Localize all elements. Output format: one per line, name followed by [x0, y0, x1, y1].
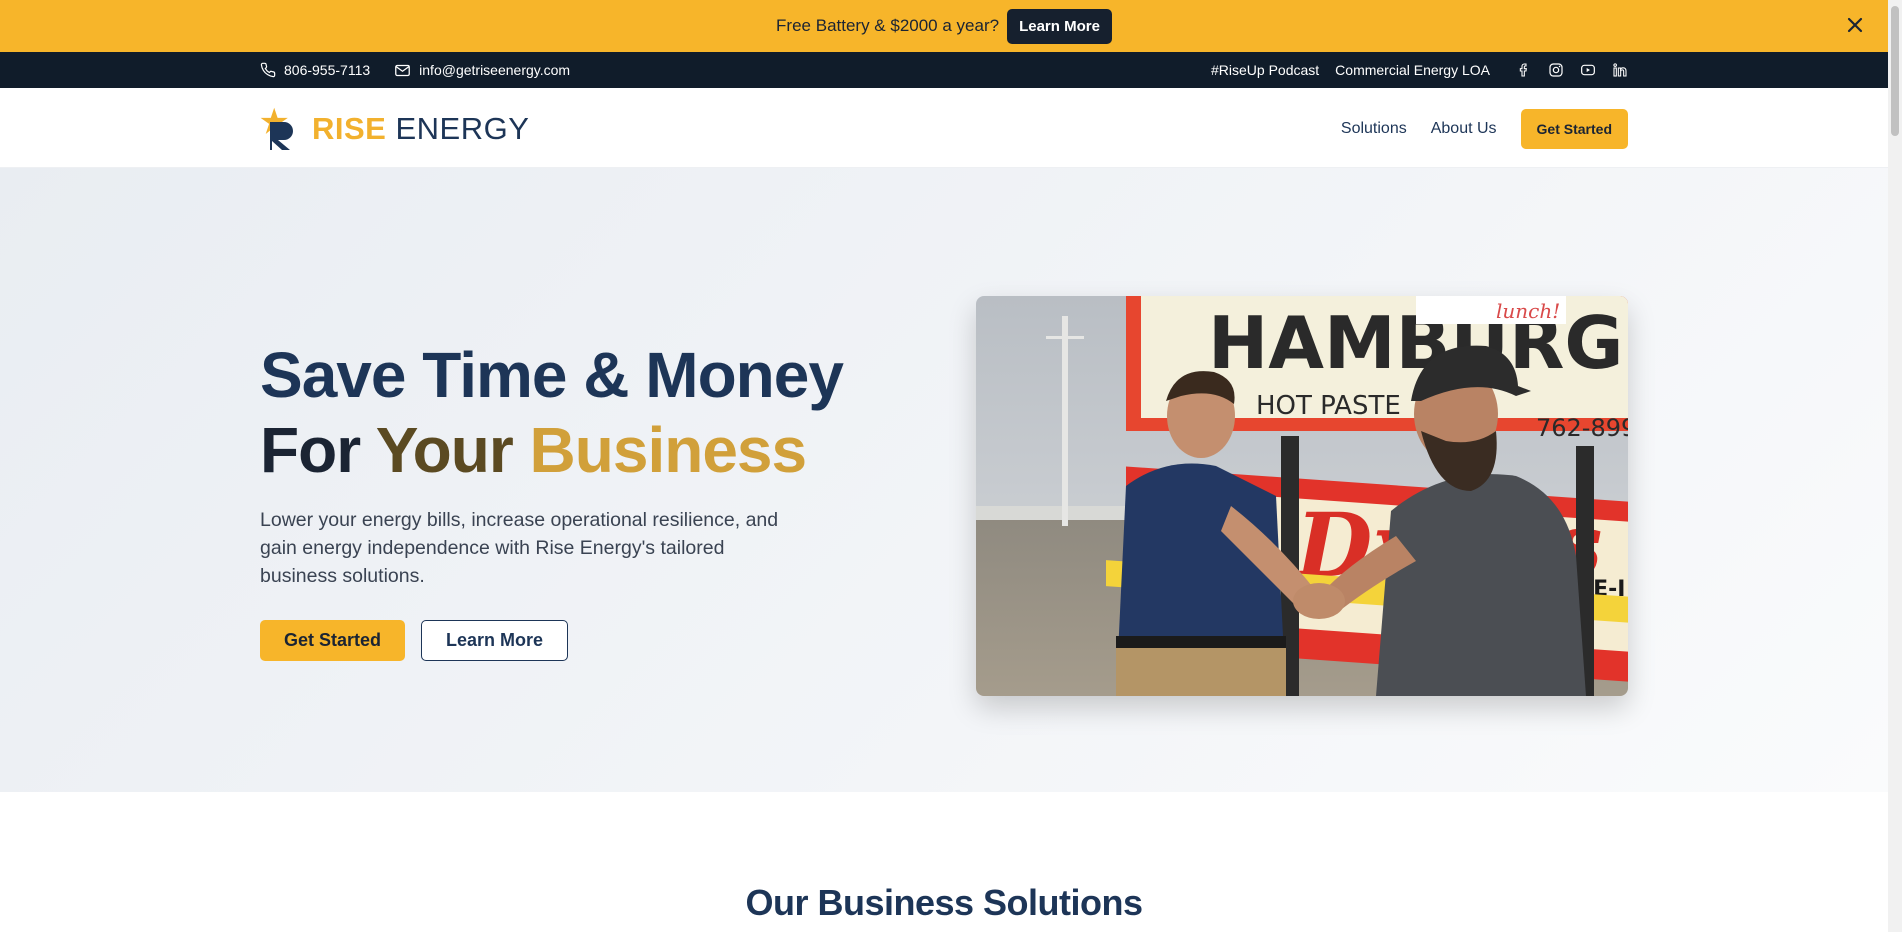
- social-links: [1516, 62, 1628, 78]
- logo-energy-text: ENERGY: [395, 111, 530, 146]
- close-icon[interactable]: [1844, 14, 1866, 36]
- top-bar: 806-955-7113 info@getriseenergy.com #Ris…: [0, 52, 1888, 88]
- hero-title: Save Time & Money For Your Business: [260, 338, 844, 488]
- mail-icon: [395, 64, 411, 76]
- main-nav: Solutions About Us Get Started: [1341, 109, 1628, 149]
- phone-icon: [260, 62, 276, 78]
- header-get-started-button[interactable]: Get Started: [1520, 109, 1628, 149]
- logo-rise-text: RISE: [312, 111, 387, 146]
- page-scrollbar[interactable]: [1888, 0, 1902, 932]
- promo-learn-more-button[interactable]: Learn More: [1007, 8, 1112, 44]
- nav-about-us[interactable]: About Us: [1431, 120, 1497, 138]
- podcast-link[interactable]: #RiseUp Podcast: [1211, 62, 1319, 78]
- hero-photo: HAMBURGER HOT PASTE 762-899 lunch! Dyer'…: [976, 296, 1628, 696]
- logo[interactable]: RISE ENERGY: [260, 106, 529, 152]
- youtube-icon[interactable]: [1580, 62, 1596, 78]
- handshake-photo-illustration: HAMBURGER HOT PASTE 762-899 lunch! Dyer'…: [976, 296, 1628, 696]
- hero-buttons: Get Started Learn More: [260, 620, 569, 661]
- email-address: info@getriseenergy.com: [419, 62, 571, 78]
- email-contact[interactable]: info@getriseenergy.com: [394, 62, 570, 79]
- hero-section: Save Time & Money For Your Business Lowe…: [0, 168, 1888, 792]
- sign-top-text: lunch!: [1496, 299, 1560, 323]
- hero-title-your: Your: [375, 414, 514, 486]
- hero-get-started-button[interactable]: Get Started: [260, 620, 406, 661]
- linkedin-icon[interactable]: [1612, 62, 1628, 78]
- promo-banner: Free Battery & $2000 a year? Learn More: [0, 0, 1888, 52]
- site-header: RISE ENERGY Solutions About Us Get Start…: [0, 88, 1888, 168]
- sign-sub-text: HOT PASTE: [1256, 391, 1401, 421]
- hero-title-line1: Save Time & Money: [260, 339, 844, 411]
- hero-title-business: Business: [529, 414, 808, 486]
- nav-solutions[interactable]: Solutions: [1341, 120, 1407, 138]
- commercial-loa-link[interactable]: Commercial Energy LOA: [1335, 62, 1490, 78]
- phone-number: 806-955-7113: [284, 62, 371, 78]
- hero-title-for: For: [260, 414, 361, 486]
- phone-contact[interactable]: 806-955-7113: [260, 62, 370, 78]
- solutions-section-title: Our Business Solutions: [745, 882, 1143, 923]
- sign-phone-text: 762-899: [1536, 414, 1628, 442]
- hero-learn-more-button[interactable]: Learn More: [421, 620, 569, 661]
- facebook-icon[interactable]: [1516, 62, 1532, 78]
- hero-subtitle: Lower your energy bills, increase operat…: [260, 509, 779, 587]
- rise-logo-icon: [260, 107, 293, 150]
- instagram-icon[interactable]: [1548, 62, 1564, 78]
- scrollbar-thumb[interactable]: [1891, 6, 1899, 136]
- promo-text: Free Battery & $2000 a year?: [776, 16, 1000, 35]
